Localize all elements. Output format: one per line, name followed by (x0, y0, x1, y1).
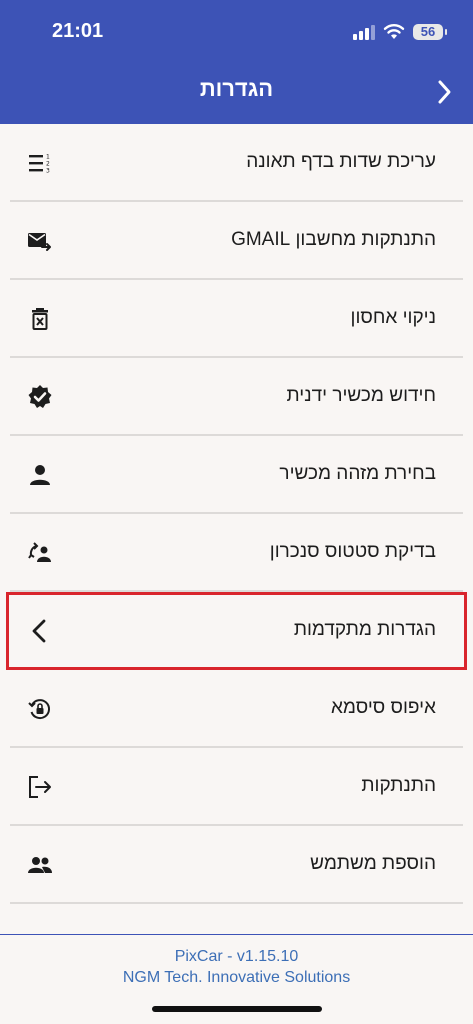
menu-item-label: חידוש מכשיר ידנית (286, 385, 436, 406)
menu-item-label: התנתקות (361, 775, 436, 796)
menu-item-label: בדיקת סטטוס סנכרון (269, 541, 436, 562)
person-icon (30, 465, 50, 485)
menu-item-label: התנתקות מחשבון GMAIL (231, 229, 436, 250)
menu-item-add-user[interactable]: הוספת משתמש (10, 826, 463, 904)
menu-item-edit-accident-fields[interactable]: 1 2 3 עריכת שדות בדף תאונה (10, 124, 463, 202)
menu-item-logout[interactable]: התנתקות (10, 748, 463, 826)
mail-send-icon (28, 233, 51, 251)
menu-item-label: עריכת שדות בדף תאונה (246, 151, 436, 172)
footer-divider (0, 934, 473, 935)
menu-item-advanced-settings[interactable]: הגדרות מתקדמות (6, 592, 467, 670)
chevron-right-icon[interactable] (434, 78, 454, 106)
signal-icon (353, 24, 375, 40)
menu-item-label: הגדרות מתקדמות (293, 619, 436, 640)
menu-item-label: איפוס סיסמא (330, 697, 436, 718)
sync-user-icon (28, 542, 51, 562)
menu-item-select-device-id[interactable]: בחירת מזהה מכשיר (10, 436, 463, 514)
menu-item-label: ניקוי אחסון (350, 307, 436, 328)
menu-item-reset-password[interactable]: איפוס סיסמא (10, 670, 463, 748)
home-indicator[interactable] (152, 1006, 322, 1012)
app-header: 21:01 56 הגדרות (0, 0, 473, 124)
svg-text:1: 1 (46, 154, 50, 161)
logout-icon (29, 776, 51, 798)
page-title: הגדרות (199, 76, 274, 101)
wifi-icon (383, 24, 405, 39)
status-icons: 56 (353, 20, 447, 44)
menu-item-manual-device-renewal[interactable]: חידוש מכשיר ידנית (10, 358, 463, 436)
menu-item-sync-status[interactable]: בדיקת סטטוס סנכרון (10, 514, 463, 592)
svg-text:2: 2 (46, 161, 50, 168)
menu-item-clear-storage[interactable]: ניקוי אחסון (10, 280, 463, 358)
menu-item-label: בחירת מזהה מכשיר (279, 463, 436, 484)
menu-item-label: הוספת משתמש (310, 853, 436, 874)
company-name: NGM Tech. Innovative Solutions (122, 969, 351, 986)
numbered-list-icon: 1 2 3 (29, 154, 50, 175)
chevron-left-icon (32, 619, 46, 643)
status-time: 21:01 (52, 20, 104, 42)
app-version: PixCar - v1.15.10 (174, 948, 299, 965)
battery-icon: 56 (413, 24, 447, 40)
group-icon (28, 857, 52, 873)
menu-item-gmail-logout[interactable]: התנתקות מחשבון GMAIL (10, 202, 463, 280)
lock-reset-icon (28, 699, 50, 720)
verified-badge-icon (28, 385, 52, 408)
trash-icon (32, 308, 48, 330)
svg-text:3: 3 (46, 168, 50, 175)
footer: PixCar - v1.15.10 NGM Tech. Innovative S… (0, 946, 473, 988)
settings-menu: 1 2 3 עריכת שדות בדף תאונה התנתקות מחשבו… (0, 124, 473, 904)
